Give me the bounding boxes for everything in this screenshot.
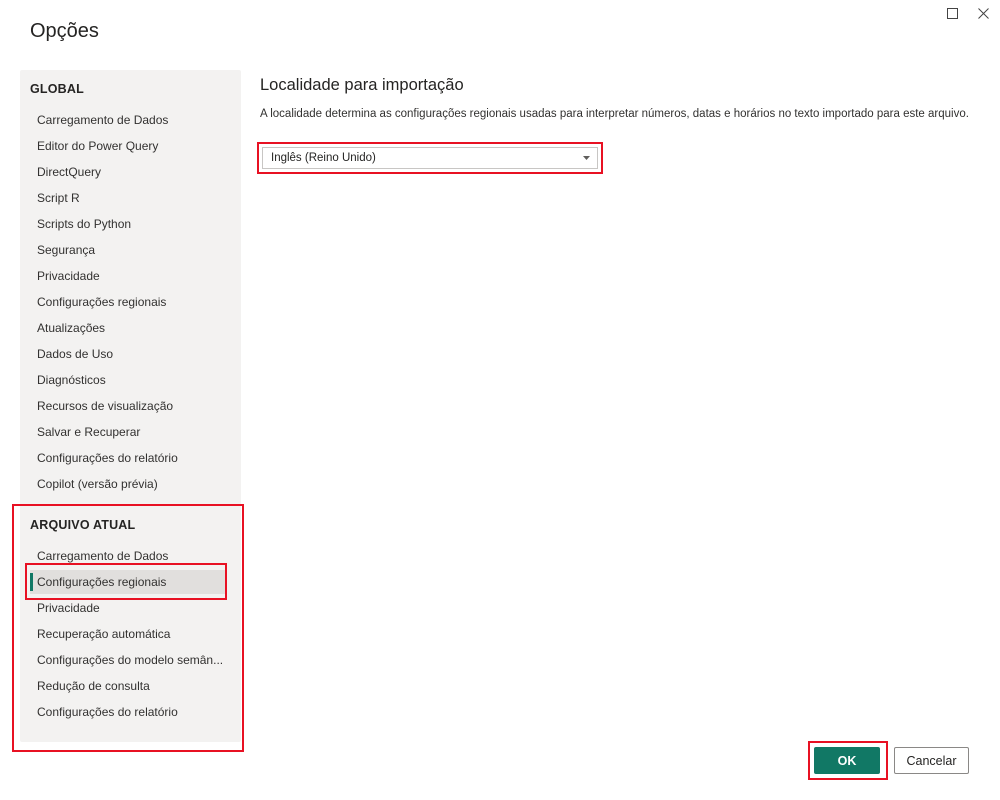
close-icon — [977, 7, 989, 19]
nav-item-copilot[interactable]: Copilot (versão prévia) — [30, 472, 226, 496]
nav-item-file-carregamento-dados[interactable]: Carregamento de Dados — [30, 544, 226, 568]
nav-item-diagnosticos[interactable]: Diagnósticos — [30, 368, 226, 392]
nav-item-privacidade[interactable]: Privacidade — [30, 264, 226, 288]
nav-item-configuracoes-relatorio[interactable]: Configurações do relatório — [30, 446, 226, 470]
chevron-down-icon — [581, 153, 591, 163]
nav-item-script-r[interactable]: Script R — [30, 186, 226, 210]
nav-item-dados-uso[interactable]: Dados de Uso — [30, 342, 226, 366]
nav-item-directquery[interactable]: DirectQuery — [30, 160, 226, 184]
nav-item-scripts-python[interactable]: Scripts do Python — [30, 212, 226, 236]
nav-item-salvar-recuperar[interactable]: Salvar e Recuperar — [30, 420, 226, 444]
nav-item-file-recuperacao-automatica[interactable]: Recuperação automática — [30, 622, 226, 646]
dialog-title: Opções — [30, 20, 99, 42]
section-title: Localidade para importação — [260, 76, 464, 94]
options-nav: GLOBAL Carregamento de Dados Editor do P… — [20, 70, 241, 742]
nav-section-global: GLOBAL — [30, 82, 84, 96]
locale-select[interactable]: Inglês (Reino Unido) — [262, 147, 598, 169]
nav-section-arquivo-atual: ARQUIVO ATUAL — [30, 518, 136, 532]
nav-item-file-reducao-consulta[interactable]: Redução de consulta — [30, 674, 226, 698]
cancel-button[interactable]: Cancelar — [894, 747, 969, 774]
section-description: A localidade determina as configurações … — [260, 108, 969, 120]
maximize-icon — [946, 7, 958, 19]
ok-button[interactable]: OK — [814, 747, 880, 774]
nav-item-file-privacidade[interactable]: Privacidade — [30, 596, 226, 620]
nav-item-file-configuracoes-relatorio[interactable]: Configurações do relatório — [30, 700, 226, 724]
nav-item-file-configuracoes-regionais[interactable]: Configurações regionais — [30, 570, 226, 594]
maximize-button[interactable] — [941, 4, 963, 22]
close-button[interactable] — [972, 4, 994, 22]
nav-item-file-configuracoes-modelo[interactable]: Configurações do modelo semân... — [30, 648, 226, 672]
nav-item-carregamento-dados[interactable]: Carregamento de Dados — [30, 108, 226, 132]
nav-item-editor-power-query[interactable]: Editor do Power Query — [30, 134, 226, 158]
nav-item-configuracoes-regionais[interactable]: Configurações regionais — [30, 290, 226, 314]
locale-select-value: Inglês (Reino Unido) — [271, 152, 376, 164]
nav-item-atualizacoes[interactable]: Atualizações — [30, 316, 226, 340]
nav-item-seguranca[interactable]: Segurança — [30, 238, 226, 262]
nav-item-recursos-visualizacao[interactable]: Recursos de visualização — [30, 394, 226, 418]
